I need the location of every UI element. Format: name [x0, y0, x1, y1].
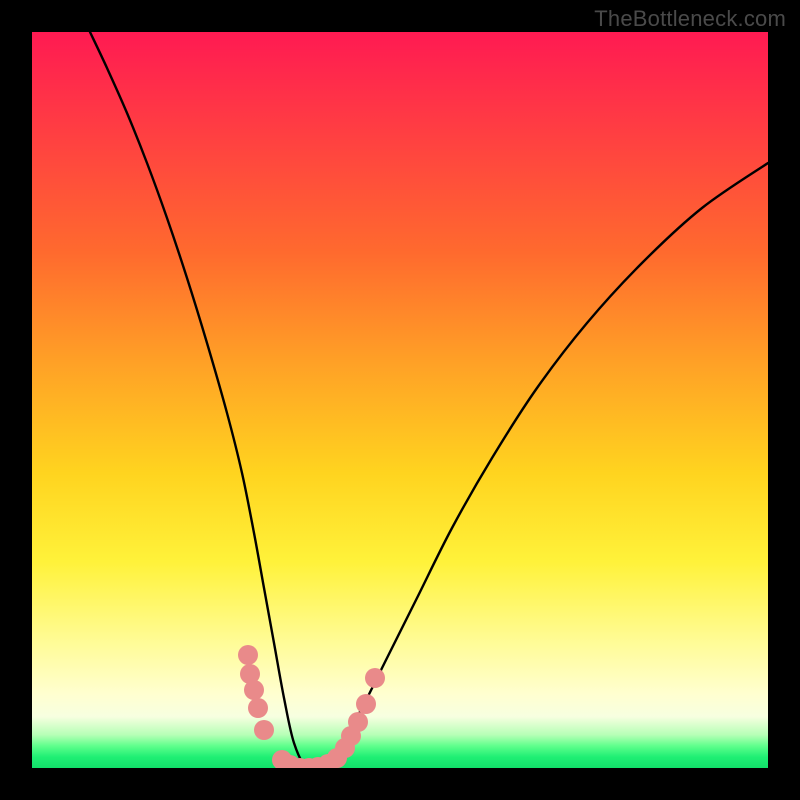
highlight-dot	[254, 720, 274, 740]
curve-layer	[32, 32, 768, 768]
highlight-dot	[348, 712, 368, 732]
chart-frame: TheBottleneck.com	[0, 0, 800, 800]
bottleneck-curve	[90, 32, 768, 768]
watermark-text: TheBottleneck.com	[594, 6, 786, 32]
plot-area	[32, 32, 768, 768]
highlight-dot	[238, 645, 258, 665]
highlight-dot	[356, 694, 376, 714]
highlight-dot	[244, 680, 264, 700]
highlight-dots	[238, 645, 385, 768]
highlight-dot	[248, 698, 268, 718]
highlight-dot	[365, 668, 385, 688]
